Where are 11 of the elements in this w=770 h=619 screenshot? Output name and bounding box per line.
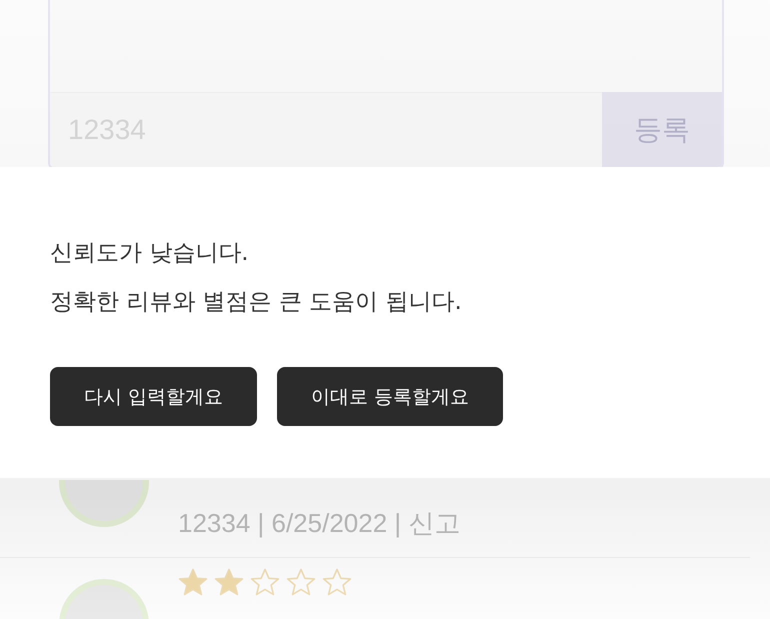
dialog-button[interactable]: 다시 입력할게요 — [50, 367, 258, 426]
star-icon — [322, 568, 352, 597]
star-icon — [214, 568, 244, 597]
review-meta: 12334 | 6/25/2022 | 신고 — [178, 507, 460, 540]
avatar-icon — [58, 480, 150, 528]
star-icon — [286, 568, 316, 597]
star-icon — [178, 568, 208, 597]
dialog-button[interactable]: 이대로 등록할게요 — [277, 367, 504, 426]
star-icon — [250, 568, 280, 597]
dialog-message: 정확한 리뷰와 별점은 큰 도움이 됩니다. — [50, 288, 463, 317]
dialog-message: 신뢰도가 낮습니다. — [50, 239, 250, 268]
